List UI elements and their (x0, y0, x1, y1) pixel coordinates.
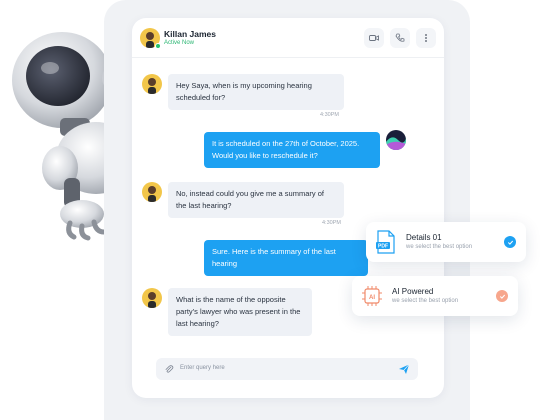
avatar (142, 288, 162, 308)
message-bubble-incoming: What is the name of the opposite party's… (168, 288, 312, 336)
check-icon (504, 236, 516, 248)
svg-text:PDF: PDF (378, 244, 388, 250)
message-bubble-incoming: Hey Saya, when is my upcoming hearing sc… (168, 74, 344, 110)
ai-chip-icon: AI (362, 286, 382, 306)
online-indicator (155, 43, 161, 49)
message-time: 4:30PM (320, 112, 339, 118)
query-input[interactable]: Enter query here (156, 358, 418, 380)
avatar (142, 74, 162, 94)
chat-window: Killan James Active Now Hey Saya, when i… (132, 18, 444, 398)
contact-name: Killan James (164, 29, 216, 39)
message-time: 4:30PM (322, 220, 341, 226)
phone-call-icon (395, 33, 405, 42)
avatar (386, 130, 406, 150)
phone-call-button[interactable] (390, 28, 410, 48)
more-options-icon (425, 34, 427, 42)
pdf-icon: PDF (376, 230, 395, 254)
check-icon (496, 290, 508, 302)
ai-powered-card[interactable]: AI AI Powered we select the best option (352, 276, 518, 316)
contact-status: Active Now (164, 40, 195, 46)
card-subtitle: we select the best option (406, 244, 473, 250)
message-bubble-outgoing: It is scheduled on the 27th of October, … (204, 132, 380, 168)
message-bubble-incoming: No, instead could you give me a summary … (168, 182, 344, 218)
card-subtitle: we select the best option (392, 298, 459, 304)
avatar (142, 182, 162, 202)
details-card[interactable]: PDF Details 01 we select the best option (366, 222, 526, 262)
svg-text:AI: AI (369, 295, 375, 301)
paperclip-icon[interactable] (164, 364, 174, 374)
video-call-button[interactable] (364, 28, 384, 48)
query-placeholder: Enter query here (180, 365, 225, 371)
video-call-icon (369, 35, 379, 41)
more-options-button[interactable] (416, 28, 436, 48)
chat-header: Killan James Active Now (132, 18, 444, 58)
message-bubble-outgoing: Sure. Here is the summary of the last he… (204, 240, 368, 276)
card-title: Details 01 (406, 233, 442, 242)
card-title: AI Powered (392, 287, 434, 296)
send-icon[interactable] (398, 363, 410, 375)
